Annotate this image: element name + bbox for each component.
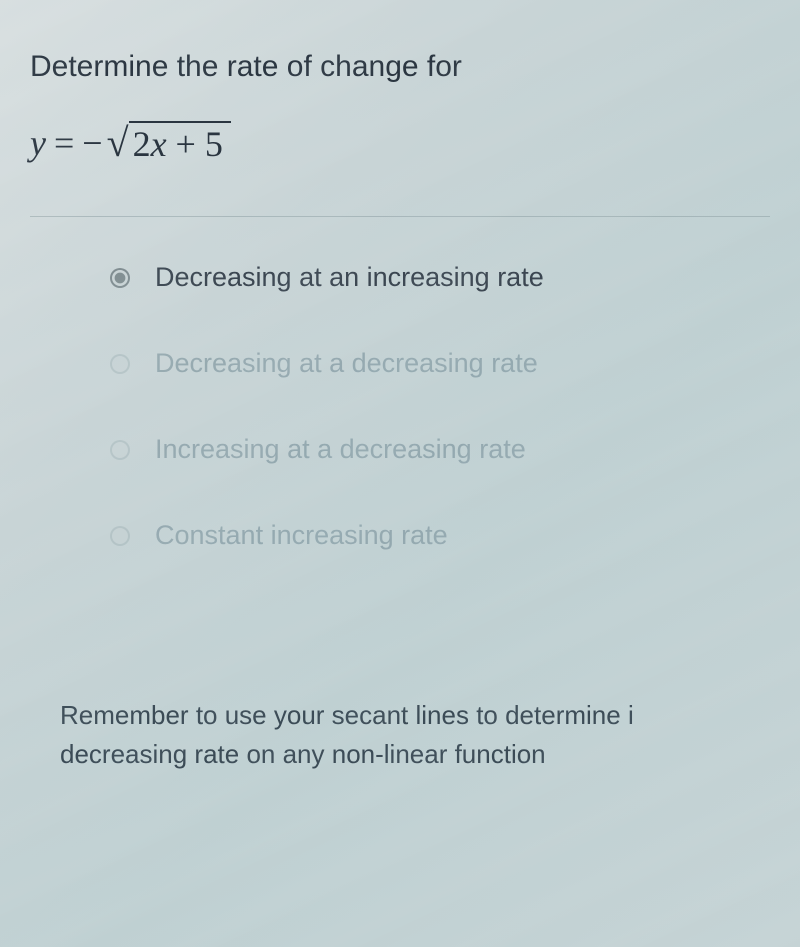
options-container: Decreasing at an increasing rate Decreas… [30,262,770,551]
equation-equals: = [54,122,74,164]
sqrt-expression: √ 2x + 5 [107,119,231,166]
divider [30,216,770,217]
option-2[interactable]: Decreasing at a decreasing rate [110,348,770,379]
hint-text: Remember to use your secant lines to det… [60,696,770,774]
equation-negative: − [82,122,102,164]
question-prompt: Determine the rate of change for [30,50,770,84]
hint-line-1: Remember to use your secant lines to det… [60,700,634,730]
option-label: Decreasing at a decreasing rate [155,348,538,379]
equation-lhs: y [30,122,46,164]
sqrt-radicand: 2x + 5 [129,121,231,165]
radicand-plus: + [176,124,196,164]
hint-container: Remember to use your secant lines to det… [0,696,800,804]
radicand-var: x [151,124,167,164]
option-label: Decreasing at an increasing rate [155,262,544,293]
hint-line-2: decreasing rate on any non-linear functi… [60,739,546,769]
option-4[interactable]: Constant increasing rate [110,520,770,551]
equation: y = − √ 2x + 5 [30,119,770,166]
radio-icon [110,354,130,374]
question-container: Determine the rate of change for y = − √… [0,0,800,636]
radicand-const: 5 [205,124,223,164]
option-label: Increasing at a decreasing rate [155,434,526,465]
radio-icon [110,440,130,460]
sqrt-symbol: √ [107,119,129,166]
radio-icon [110,268,130,288]
option-label: Constant increasing rate [155,520,448,551]
radio-icon [110,526,130,546]
option-3[interactable]: Increasing at a decreasing rate [110,434,770,465]
option-1[interactable]: Decreasing at an increasing rate [110,262,770,293]
radicand-coeff: 2 [133,124,151,164]
